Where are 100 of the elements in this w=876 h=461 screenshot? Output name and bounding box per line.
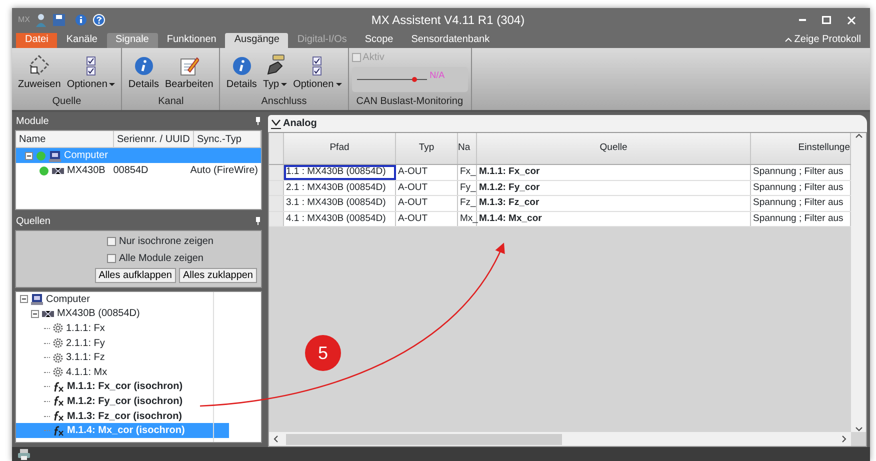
tree-item[interactable]: 1.1.1: Fx xyxy=(16,321,261,336)
function-icon xyxy=(53,396,64,406)
module-name: Computer xyxy=(64,149,108,162)
person-icon xyxy=(35,13,47,27)
table-cell: M.1.3: Fz_cor xyxy=(477,196,751,210)
ribbon-button[interactable]: Details xyxy=(125,50,162,94)
row-header[interactable] xyxy=(269,180,284,195)
row-header[interactable] xyxy=(269,165,284,180)
output-tab[interactable]: Analog xyxy=(268,115,867,132)
ribbon-button[interactable]: Optionen xyxy=(290,50,345,94)
group-label: Kanal xyxy=(157,95,185,109)
sync-type: Auto (FireWire) xyxy=(190,165,258,176)
tree-item[interactable]: 3.1.1: Fz xyxy=(16,350,261,365)
table-cell: A-OUT xyxy=(396,165,458,180)
column-header: Seriennr. / UUID xyxy=(114,131,194,148)
status-dot-icon xyxy=(39,166,49,176)
column-header: Typ xyxy=(396,133,458,164)
printer-icon xyxy=(18,448,30,460)
module-name: MX430B xyxy=(67,164,106,177)
group-label: CAN Buslast-Monitoring xyxy=(355,95,464,109)
window-title: MX Assistent V4.11 R1 (304) xyxy=(370,12,526,29)
tree-button[interactable]: Alles aufklappen xyxy=(94,268,176,283)
checkbox[interactable] xyxy=(107,237,116,246)
scrollbar-thumb[interactable] xyxy=(286,434,562,444)
table-cell: Fx_ xyxy=(458,165,477,180)
table-cell: M.1.1: Fx_cor xyxy=(477,165,751,180)
info-icon xyxy=(75,14,87,26)
ribbon-button[interactable]: Bearbeiten xyxy=(162,50,216,94)
ribbon-tab[interactable]: Kanäle xyxy=(57,33,106,48)
tree-button[interactable]: Alles zuklappen xyxy=(178,268,257,283)
function-icon xyxy=(53,382,64,392)
tree-item[interactable]: M.1.3: Fz_cor (isochron) xyxy=(16,408,261,424)
notepad-pencil-icon xyxy=(179,56,200,76)
module-row[interactable]: MX430B 00854D Auto (FireWire) xyxy=(16,163,261,178)
scroll-up-icon xyxy=(854,133,862,138)
table-cell: A-OUT xyxy=(396,180,458,195)
tree-item[interactable]: MX430B (00854D) xyxy=(16,306,261,322)
panel-title: Module xyxy=(16,114,49,128)
column-header: Sync.-Typ xyxy=(194,131,261,148)
app-logo: MX xyxy=(18,14,30,26)
close-icon xyxy=(847,16,856,24)
gear-icon xyxy=(53,338,63,348)
checkbox-label: Nur isochrone zeigen xyxy=(119,235,214,249)
ribbon-button[interactable]: Typ xyxy=(260,50,290,94)
scroll-right-icon xyxy=(842,435,847,443)
analog-output-icon xyxy=(271,118,281,128)
header-corner xyxy=(269,133,284,164)
table-cell: 3.1 : MX430B (00854D) xyxy=(284,196,396,210)
table-cell: A-OUT xyxy=(396,196,458,210)
meter-reading: N/A xyxy=(430,68,445,82)
checkbox[interactable] xyxy=(107,254,116,263)
checkbox-label: Alle Module zeigen xyxy=(119,252,204,266)
group-label: Quelle xyxy=(51,95,82,109)
row-header[interactable] xyxy=(269,196,284,210)
pin-icon xyxy=(255,117,261,125)
table-cell: M.1.2: Fy_cor xyxy=(477,180,751,195)
ribbon-tab[interactable]: Funktionen xyxy=(158,33,226,48)
checkbox-label: Aktiv xyxy=(362,51,384,65)
group-label: Anschluss xyxy=(260,95,308,109)
collapse-icon xyxy=(31,310,39,318)
computer-icon xyxy=(49,150,61,162)
tree-item[interactable]: M.1.2: Fy_cor (isochron) xyxy=(16,394,261,409)
table-cell: 2.1 : MX430B (00854D) xyxy=(284,180,396,195)
ribbon-button[interactable]: Details xyxy=(223,50,260,94)
table-cell: 1.1 : MX430B (00854D) xyxy=(284,165,396,180)
minimize-icon xyxy=(799,19,806,21)
computer-icon xyxy=(31,293,43,306)
function-icon xyxy=(53,426,64,436)
maximize-icon xyxy=(822,16,831,24)
column-header: Name xyxy=(16,131,114,148)
gear-icon xyxy=(53,367,63,378)
module-icon xyxy=(42,310,54,318)
row-header[interactable] xyxy=(269,212,284,226)
gear-icon xyxy=(53,352,63,363)
ribbon-button[interactable]: Zuweisen xyxy=(15,50,64,94)
info-icon xyxy=(134,56,154,76)
status-dot-icon xyxy=(36,150,46,160)
ribbon-tab[interactable]: Scope xyxy=(356,33,402,48)
collapse-icon xyxy=(20,295,28,304)
collapse-icon xyxy=(25,152,33,160)
ribbon-button[interactable]: Optionen xyxy=(64,50,118,94)
table-cell: Mx_ xyxy=(458,212,477,226)
tree-item[interactable]: 4.1.1: Mx xyxy=(16,364,261,380)
gear-icon xyxy=(53,323,63,334)
scroll-left-icon xyxy=(273,435,278,443)
tree-item[interactable]: Computer xyxy=(16,292,261,307)
table-cell: M.1.4: Mx_cor xyxy=(477,212,751,226)
pin-icon xyxy=(255,217,261,225)
tree-item[interactable]: 2.1.1: Fy xyxy=(16,336,261,350)
ribbon-tab[interactable]: Ausgänge xyxy=(225,33,288,48)
table-cell: Fy_ xyxy=(458,180,477,195)
column-header: Na xyxy=(458,133,477,164)
column-header: Pfad xyxy=(284,133,396,164)
protocol-toggle[interactable]: Zeige Protokoll xyxy=(776,33,870,48)
tree-item[interactable]: M.1.1: Fx_cor (isochron) xyxy=(16,380,261,394)
checklist-icon xyxy=(86,56,96,76)
info-icon xyxy=(232,56,252,76)
serial-number: 00854D xyxy=(113,165,148,176)
function-icon xyxy=(53,411,64,422)
ribbon-tab[interactable]: Sensordatenbank xyxy=(402,33,499,48)
